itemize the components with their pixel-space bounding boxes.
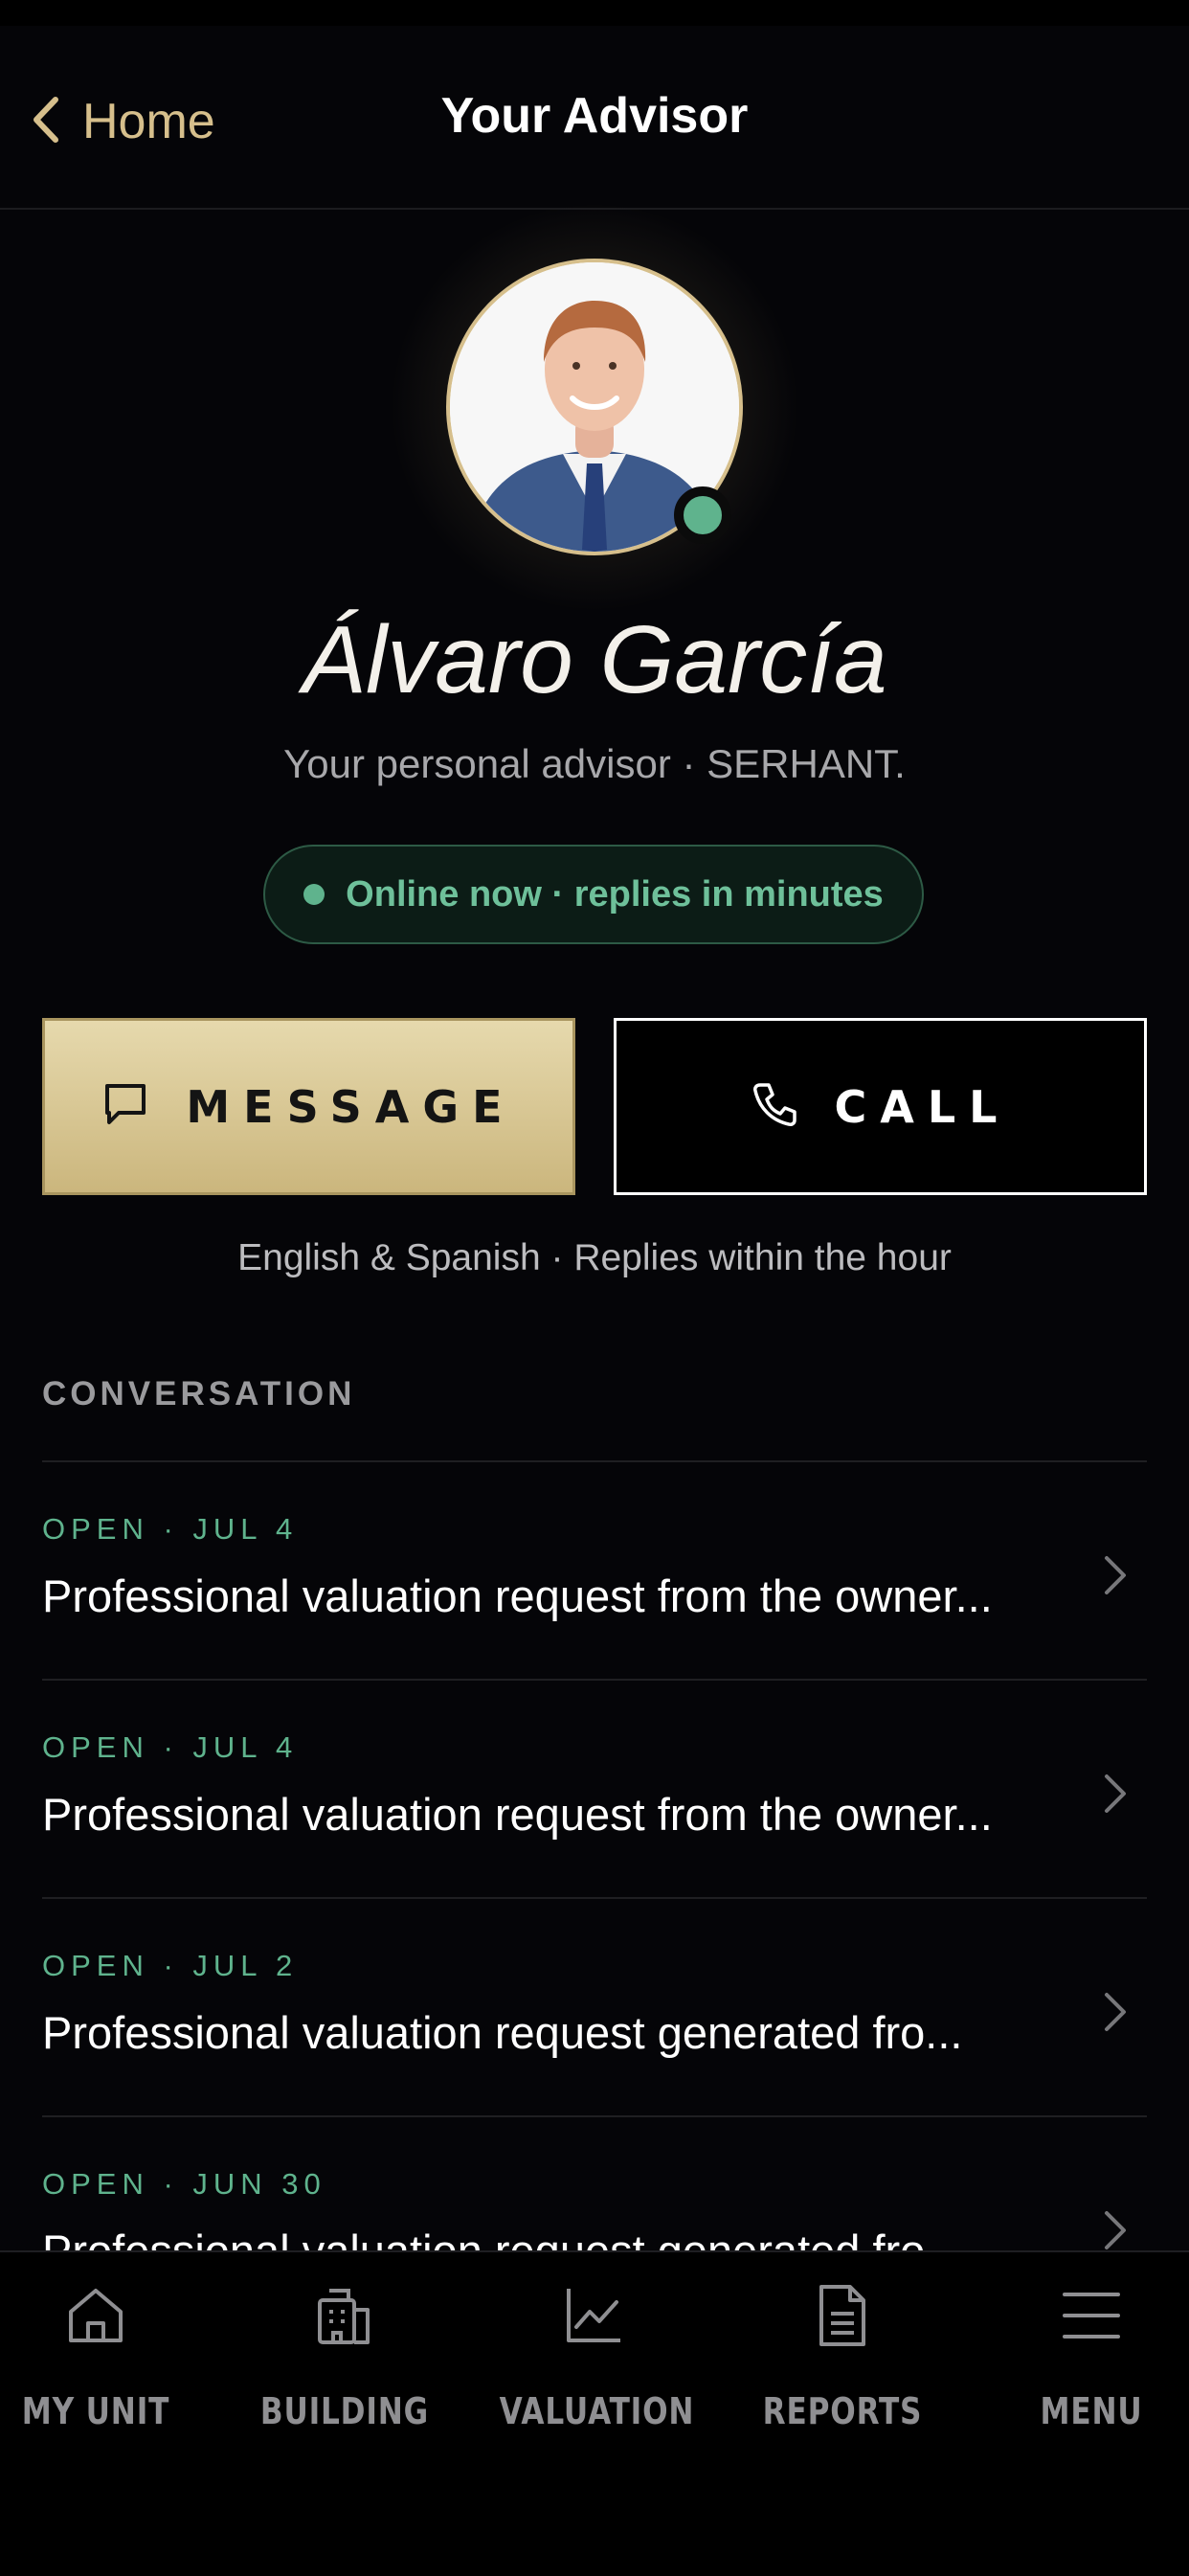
conversation-meta: OPEN · JUL 4 bbox=[42, 1730, 299, 1764]
conversation-title: Professional valuation request from the … bbox=[42, 1570, 993, 1621]
list-item[interactable]: OPEN · JUL 4 Professional valuation requ… bbox=[42, 1679, 1147, 1897]
conversation-section-label: CONVERSATION bbox=[42, 1375, 356, 1412]
online-status-dot bbox=[674, 486, 731, 544]
advisor-avatar-container bbox=[389, 201, 800, 613]
list-item[interactable]: OPEN · JUN 30 Professional valuation req… bbox=[42, 2115, 1147, 2250]
call-button[interactable]: CALL bbox=[614, 1018, 1147, 1195]
conversation-meta: OPEN · JUL 2 bbox=[42, 1949, 299, 1982]
conversation-title: Professional valuation request generated… bbox=[42, 2007, 963, 2058]
menu-icon bbox=[1063, 2293, 1120, 2339]
status-bar bbox=[0, 0, 1189, 26]
message-button[interactable]: MESSAGE bbox=[42, 1018, 575, 1195]
document-icon bbox=[819, 2285, 865, 2346]
nav-label: REPORTS bbox=[762, 2390, 923, 2432]
nav-label: MENU bbox=[1040, 2390, 1143, 2432]
status-badge: Online now · replies in minutes bbox=[263, 845, 924, 944]
nav-item-my-unit[interactable]: MY UNIT bbox=[0, 2281, 191, 2473]
nav-label: MY UNIT bbox=[21, 2390, 170, 2432]
chart-icon bbox=[567, 2289, 620, 2342]
chevron-right-icon bbox=[1105, 1774, 1126, 1813]
page-title: Your Advisor bbox=[440, 88, 749, 144]
nav-item-valuation[interactable]: VALUATION bbox=[498, 2281, 695, 2473]
conversation-title: Professional valuation request generated… bbox=[42, 2225, 1076, 2250]
conversation-title: Professional valuation request from the … bbox=[42, 1789, 993, 1840]
nav-label: VALUATION bbox=[499, 2390, 695, 2432]
chevron-right-icon bbox=[1105, 1556, 1126, 1594]
header: Home Your Advisor bbox=[0, 26, 1189, 210]
message-button-label: MESSAGE bbox=[186, 1080, 516, 1133]
list-item[interactable]: OPEN · JUL 4 Professional valuation requ… bbox=[42, 1460, 1147, 1679]
phone-icon bbox=[751, 1080, 798, 1133]
conversation-list: OPEN · JUL 4 Professional valuation requ… bbox=[42, 1460, 1147, 2250]
call-button-label: CALL bbox=[834, 1080, 1011, 1133]
conversation-meta: OPEN · JUL 4 bbox=[42, 1512, 299, 1546]
nav-item-building[interactable]: BUILDING bbox=[249, 2281, 440, 2473]
chat-bubble-icon bbox=[101, 1080, 149, 1133]
nav-item-reports[interactable]: REPORTS bbox=[747, 2281, 938, 2473]
advisor-subtitle: Your personal advisor · SERHANT. bbox=[283, 741, 906, 786]
home-icon bbox=[69, 2289, 123, 2342]
building-icon bbox=[318, 2289, 370, 2344]
status-text: Online now · replies in minutes bbox=[346, 873, 884, 915]
status-dot-icon bbox=[303, 884, 325, 905]
chevron-right-icon bbox=[1105, 2211, 1126, 2249]
bottom-nav: MY UNIT BUILDING VALUATION REPORTS MENU bbox=[0, 2250, 1189, 2576]
contact-note: English & Spanish · Replies within the h… bbox=[237, 1237, 952, 1278]
list-item[interactable]: OPEN · JUL 2 Professional valuation requ… bbox=[42, 1897, 1147, 2115]
conversation-meta: OPEN · JUN 30 bbox=[42, 2167, 326, 2201]
nav-label: BUILDING bbox=[259, 2390, 430, 2432]
chevron-right-icon bbox=[1105, 1993, 1126, 2031]
nav-item-menu[interactable]: MENU bbox=[996, 2281, 1187, 2473]
advisor-name: Álvaro García bbox=[302, 606, 887, 713]
